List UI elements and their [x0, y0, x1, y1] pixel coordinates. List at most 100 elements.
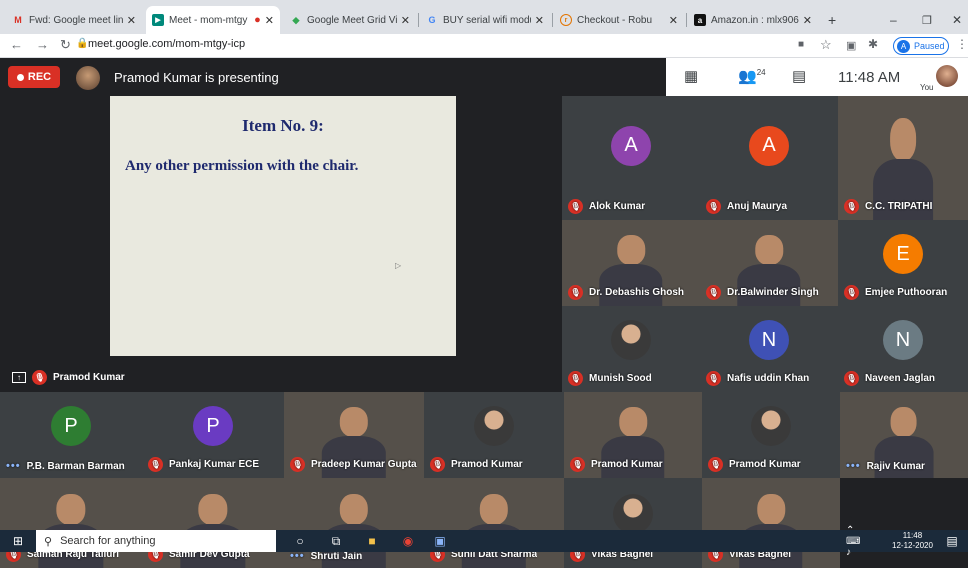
mic-off-icon: 🎙 — [570, 457, 585, 472]
mic-off-icon: 🎙 — [844, 285, 859, 300]
camera-icon[interactable]: ■ — [798, 39, 804, 50]
bookmark-star-icon[interactable]: ☆ — [820, 37, 832, 53]
presenter-avatar — [76, 66, 100, 90]
participant-tile[interactable]: 🎙 Sunil Datt Sharma — [424, 478, 564, 568]
you-avatar[interactable] — [936, 65, 958, 87]
participant-tile[interactable]: 🎙 Pramod Kumar — [564, 392, 702, 478]
restore-icon[interactable]: ❐ — [916, 6, 936, 34]
extension-icon[interactable]: ▣ — [846, 39, 856, 52]
video-head — [56, 494, 86, 526]
close-tab-icon[interactable]: ✕ — [535, 14, 544, 27]
windows-start-icon[interactable]: ⊞ — [10, 533, 26, 549]
video-head — [479, 494, 509, 526]
video-head — [619, 407, 647, 438]
participant-tile[interactable]: 🎙 Pramod Kumar — [702, 392, 840, 478]
mic-off-icon: 🎙 — [290, 457, 305, 472]
reload-icon[interactable]: ↻ — [60, 37, 71, 53]
video-head — [891, 407, 917, 438]
taskbar-search[interactable]: ⚲ Search for anything — [36, 530, 276, 552]
participant-tile[interactable]: A 🎙 Alok Kumar — [562, 96, 700, 220]
meet-stage: REC Pramod Kumar is presenting ▦ 👥24 ▤ 1… — [0, 58, 968, 568]
lock-icon[interactable]: 🔒 — [76, 38, 88, 49]
menu-icon[interactable]: ⋮ — [956, 37, 968, 51]
participant-tile[interactable]: N 🎙 Nafis uddin Khan — [700, 306, 838, 392]
mic-off-icon: 🎙 — [430, 457, 445, 472]
participants-icon[interactable]: 👥24 — [738, 67, 766, 85]
profile-button[interactable]: A Paused — [893, 37, 949, 55]
participant-tile[interactable]: E 🎙 Emjee Puthooran — [838, 220, 968, 306]
participant-avatar: N — [749, 320, 789, 361]
participant-photo — [474, 406, 514, 447]
meeting-clock: 11:48 AM — [838, 69, 901, 86]
tab-meet[interactable]: ▶ Meet - mom-mtgy ● ✕ — [146, 6, 280, 34]
participant-name: Pramod Kumar — [451, 459, 523, 470]
tab-separator — [418, 13, 419, 27]
participant-tile[interactable]: 🎙 C.C. TRIPATHI — [838, 96, 968, 220]
speaking-dots-icon: ••• — [846, 460, 861, 472]
close-tab-icon[interactable]: ✕ — [401, 14, 410, 27]
forward-icon[interactable]: → — [36, 37, 49, 52]
puzzle-icon[interactable]: ✱ — [868, 37, 878, 51]
notifications-icon[interactable]: ▤ — [944, 533, 960, 549]
participant-tile[interactable]: 🎙 Samir Dev Gupta — [142, 478, 284, 568]
back-icon[interactable]: ← — [10, 37, 23, 52]
participant-tile[interactable]: 🎙 Dr.Balwinder Singh — [700, 220, 838, 306]
robu-icon: r — [560, 14, 572, 26]
photos-app-icon[interactable]: ▣ — [432, 533, 448, 549]
presenter-nameplate: ↑ 🎙 Pramod Kumar — [12, 370, 125, 385]
participant-tile[interactable]: ••• Shruti Jain — [284, 478, 424, 568]
tray-icons[interactable]: ⌃ ⌨ ♪ — [846, 525, 862, 558]
participant-tile[interactable]: 🎙 Salman Raju Talluri — [0, 478, 142, 568]
video-head — [889, 118, 917, 161]
participant-name: C.C. TRIPATHI — [865, 201, 933, 212]
participant-nameplate: 🎙 Dr.Balwinder Singh — [706, 285, 819, 300]
participant-nameplate: 🎙 Naveen Jaglan — [844, 371, 935, 386]
google-icon: G — [428, 15, 436, 25]
participant-tile[interactable]: 🎙 Vikas Baghel — [564, 478, 702, 568]
presenting-banner: Pramod Kumar is presenting — [114, 70, 279, 85]
video-head — [757, 494, 785, 526]
grid-layout-icon[interactable]: ▦ — [684, 67, 698, 85]
tab-gmail[interactable]: M Fwd: Google meet link ✕ — [6, 6, 142, 34]
grid-view-icon: ◆ — [292, 14, 300, 25]
mic-off-icon: 🎙 — [568, 371, 583, 386]
close-tab-icon[interactable]: ✕ — [265, 14, 274, 27]
video-head — [617, 235, 645, 266]
chat-icon[interactable]: ▤ — [792, 67, 806, 85]
task-view-icon[interactable]: ⧉ — [328, 533, 344, 549]
file-explorer-icon[interactable]: ■ — [364, 533, 380, 549]
tab-grid-view[interactable]: ◆ Google Meet Grid View ✕ — [284, 6, 416, 34]
participant-tile[interactable]: 🎙 Vikas Baghel — [702, 478, 840, 568]
url-field[interactable]: meet.google.com/mom-mtgy-icp — [88, 38, 245, 50]
chrome-icon[interactable]: ◉ — [400, 533, 416, 549]
tab-robu[interactable]: r Checkout - Robu ✕ — [554, 6, 684, 34]
participant-name: Anuj Maurya — [727, 201, 788, 212]
taskbar-clock[interactable]: 11:48 12-12-2020 — [892, 531, 933, 551]
close-tab-icon[interactable]: ✕ — [803, 14, 812, 27]
participant-tile[interactable]: P 🎙 Pankaj Kumar ECE — [142, 392, 284, 478]
participant-tile[interactable]: ••• Rajiv Kumar — [840, 392, 968, 478]
video-head — [339, 407, 369, 438]
participant-tile[interactable]: P ••• P.B. Barman Barman — [0, 392, 142, 478]
participant-nameplate: 🎙 Pramod Kumar — [570, 457, 663, 472]
tab-google-search[interactable]: G BUY serial wifi module ✕ — [420, 6, 550, 34]
participant-tile[interactable]: 🎙 Dr. Debashis Ghosh — [562, 220, 700, 306]
participant-tile[interactable]: 🎙 Pradeep Kumar Gupta — [284, 392, 424, 478]
close-window-icon[interactable]: ✕ — [946, 6, 966, 34]
participant-tile[interactable]: 🎙 Pramod Kumar — [424, 392, 564, 478]
tab-amazon[interactable]: a Amazon.in : mlx90614 ✕ — [688, 6, 818, 34]
new-tab-button[interactable]: + — [822, 6, 846, 34]
cortana-icon[interactable]: ○ — [292, 533, 308, 549]
participant-nameplate: 🎙 Alok Kumar — [568, 199, 645, 214]
speaking-dots-icon: ••• — [6, 460, 21, 472]
participant-tile[interactable]: 🎙 Munish Sood — [562, 306, 700, 392]
participant-avatar: E — [883, 234, 923, 275]
close-tab-icon[interactable]: ✕ — [669, 14, 678, 27]
minimize-icon[interactable]: – — [884, 6, 904, 34]
participant-name: Pankaj Kumar ECE — [169, 459, 260, 470]
close-tab-icon[interactable]: ✕ — [127, 14, 136, 27]
mic-off-icon: 🎙 — [706, 199, 721, 214]
participant-nameplate: 🎙 Pramod Kumar — [708, 457, 801, 472]
participant-tile[interactable]: N 🎙 Naveen Jaglan — [838, 306, 968, 392]
participant-tile[interactable]: A 🎙 Anuj Maurya — [700, 96, 838, 220]
